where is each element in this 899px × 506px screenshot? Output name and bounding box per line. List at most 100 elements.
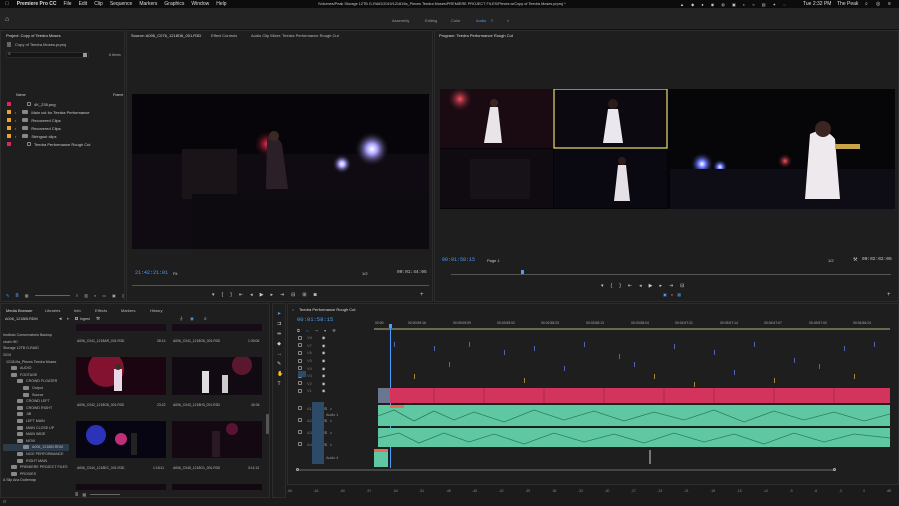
lock-icon[interactable] (298, 406, 302, 410)
clock[interactable]: Tue 2:32 PM (803, 1, 831, 7)
workspace-audio[interactable]: Audio (476, 18, 486, 23)
path-dropdown[interactable]: A006_1218IB.RDM (5, 317, 38, 321)
video-track-header[interactable]: V8 ◉ (298, 334, 372, 342)
add-marker-icon[interactable]: ▾ (324, 328, 326, 333)
tree-item[interactable]: PREMIERE PROJECT FILES (3, 464, 69, 471)
program-scrubber[interactable] (451, 274, 891, 275)
source-ratio-dropdown[interactable]: 1/2 (362, 271, 368, 276)
solo-button[interactable]: S (324, 430, 327, 435)
project-item[interactable]: › Recovered Clips (7, 116, 122, 124)
tree-item[interactable]: A Slip Ana Dulternap (3, 477, 69, 484)
mark-out-icon[interactable]: } (619, 283, 621, 290)
solo-button[interactable]: S (324, 442, 327, 447)
new-bin-icon-bottom[interactable]: ▭ (102, 293, 106, 299)
mark-in-icon[interactable]: { (222, 292, 224, 299)
history-tab[interactable]: History (150, 308, 162, 313)
solo-button[interactable]: S (324, 406, 327, 411)
menu-edit[interactable]: Edit (79, 1, 88, 7)
ingest-settings-icon[interactable]: ⚒ (96, 316, 100, 322)
user-name[interactable]: The Peak (837, 1, 858, 7)
list-view-icon[interactable]: ≣ (15, 293, 18, 299)
icon-view-icon[interactable]: ▦ (82, 492, 86, 497)
forward-icon[interactable]: ▸ (67, 316, 70, 322)
eye-icon[interactable]: ◉ (322, 388, 326, 393)
tree-item-selected[interactable]: A006_1218IB.RDM (3, 444, 69, 451)
apple-icon[interactable]:  (5, 1, 9, 7)
tree-item[interactable]: PROXIES (3, 470, 69, 477)
menu-file[interactable]: File (64, 1, 72, 7)
back-icon[interactable]: ◂ (59, 316, 62, 322)
tree-item[interactable]: CROWD RIGHT (3, 405, 69, 412)
audio-track-header[interactable]: A3MS♪ (298, 426, 372, 438)
project-search-input[interactable] (6, 52, 89, 58)
eye-icon[interactable]: ◉ (322, 343, 326, 348)
sort-icon[interactable]: ≡ (76, 293, 78, 299)
program-add-button[interactable]: + (887, 292, 891, 298)
eye-icon[interactable]: ◉ (322, 358, 326, 363)
effects-tab[interactable]: Effects (95, 308, 107, 313)
view-icon[interactable]: ◉ (190, 316, 194, 322)
project-item[interactable]: Teedra Performance Rough Cut (7, 140, 122, 148)
pen-tool-icon[interactable]: ✎ (277, 362, 281, 367)
overwrite-icon[interactable]: ⊞ (302, 292, 306, 299)
menu-help[interactable]: Help (216, 1, 226, 7)
tree-item[interactable]: ctosh HD (3, 339, 69, 346)
timeline-wrench-icon[interactable]: ⚒ (332, 328, 336, 333)
filter-icon[interactable]: ⏚ (179, 316, 184, 322)
step-back-icon[interactable]: ◂ (250, 292, 253, 299)
source-patch-a1[interactable] (312, 402, 324, 464)
eye-icon[interactable]: ◉ (322, 381, 326, 386)
lock-icon[interactable] (298, 350, 302, 355)
media-browser-tab[interactable]: Media Browser (6, 308, 33, 313)
media-thumbnail[interactable] (76, 421, 166, 458)
column-header-name[interactable]: Name (16, 93, 26, 97)
record-icon[interactable]: ● (671, 292, 673, 297)
scroll-handle-right[interactable] (833, 468, 836, 471)
ingest-checkbox[interactable] (75, 317, 78, 320)
new-bin-icon[interactable] (83, 53, 87, 57)
mic-icon[interactable]: ♪ (330, 430, 332, 435)
audio-clip-mixer-tab[interactable]: Audio Clip Mixer: Teedra Performance Rou… (251, 33, 339, 38)
lock-icon[interactable] (298, 430, 302, 434)
eye-icon[interactable]: ◉ (322, 335, 326, 340)
source-add-button[interactable]: + (420, 292, 424, 298)
media-thumbnail[interactable] (76, 484, 166, 490)
hand-tool-icon[interactable]: ✋ (277, 372, 283, 377)
tree-item[interactable]: CROWD FLOATER (3, 378, 69, 385)
time-ruler[interactable]: 00:00 00:00:59:16 00:09:09:09 00:03:59:0… (374, 318, 894, 332)
lock-icon[interactable] (298, 418, 302, 422)
menu-graphics[interactable]: Graphics (164, 1, 184, 7)
menu-clip[interactable]: Clip (94, 1, 103, 7)
mic-icon[interactable]: ♪ (330, 418, 332, 423)
program-ratio-dropdown[interactable]: 1/2 (828, 258, 834, 263)
tree-item[interactable]: MAIN WIDE (3, 431, 69, 438)
media-thumbnail[interactable] (172, 484, 262, 490)
eye-icon[interactable]: ◉ (322, 366, 326, 371)
video-track-header[interactable]: V4 ◉ (298, 364, 372, 372)
lock-icon[interactable] (298, 442, 302, 446)
program-current-timecode[interactable]: 00:01:58:15 (442, 257, 475, 263)
go-to-out-icon[interactable]: ⇥ (280, 292, 284, 299)
snap-icon[interactable]: ∩ (306, 328, 309, 333)
work-area-bar[interactable] (374, 328, 890, 330)
media-thumbnail[interactable] (172, 324, 262, 331)
workspace-color[interactable]: Color (451, 18, 461, 23)
menu-markers[interactable]: Markers (139, 1, 157, 7)
markers-tab[interactable]: Markers (121, 308, 135, 313)
search-icon[interactable]: ⌕ (204, 316, 207, 322)
timeline-scrollbar[interactable] (296, 469, 836, 471)
tree-item[interactable]: CROWD LEFT (3, 398, 69, 405)
eye-icon[interactable]: ◉ (322, 373, 326, 378)
sequence-tab[interactable]: Teedra Performance Rough Cut (299, 307, 355, 312)
add-marker-icon[interactable]: ▾ (601, 283, 604, 290)
source-fit-dropdown[interactable]: Fit (173, 271, 177, 276)
automate-icon[interactable]: ▥ (84, 293, 88, 299)
tree-item[interactable]: JIB (3, 411, 69, 418)
step-forward-icon[interactable]: ▸ (659, 283, 662, 290)
mark-in-icon[interactable]: { (611, 283, 613, 290)
mic-icon[interactable]: ♪ (330, 406, 332, 411)
libraries-tab[interactable]: Libraries (45, 308, 60, 313)
pencil-icon[interactable]: ✎ (6, 293, 9, 299)
list-view-icon[interactable]: ≣ (75, 492, 78, 497)
lift-icon[interactable]: ⊟ (680, 283, 684, 290)
